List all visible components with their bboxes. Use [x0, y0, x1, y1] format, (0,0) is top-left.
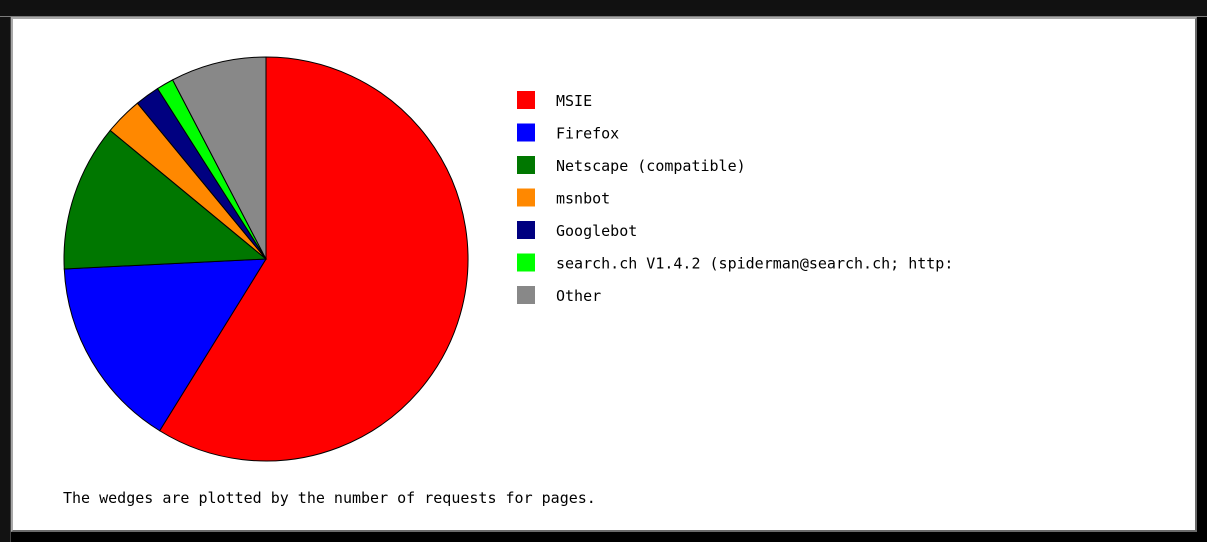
legend-label-4: Googlebot [556, 222, 637, 240]
legend-swatch-3 [517, 188, 535, 207]
legend-label-3: msnbot [556, 190, 610, 208]
window-frame: MSIE Firefox Netscape (compatible) msnbot Go… [0, 0, 1207, 542]
pie-wedges [63, 56, 469, 462]
legend-label-2: Netscape (compatible) [556, 157, 746, 175]
legend-swatch-1 [517, 123, 535, 142]
legend-swatch-6 [517, 286, 535, 304]
legend-label-1: Firefox [556, 125, 619, 143]
legend-label-5: search.ch V1.4.2 (spiderman@search.ch; h… [556, 255, 953, 273]
legend: MSIE Firefox Netscape (compatible) msnbot Go… [517, 91, 953, 305]
legend-label-6: Other [556, 287, 601, 305]
legend-swatch-4 [517, 221, 535, 239]
legend-swatch-5 [517, 253, 535, 272]
legend-label-0: MSIE [556, 92, 592, 110]
legend-swatch-2 [517, 156, 535, 174]
pie-chart: MSIE Firefox Netscape (compatible) msnbot Go… [63, 56, 953, 507]
chart-caption: The wedges are plotted by the number of … [63, 489, 596, 507]
legend-swatch-0 [517, 91, 535, 109]
